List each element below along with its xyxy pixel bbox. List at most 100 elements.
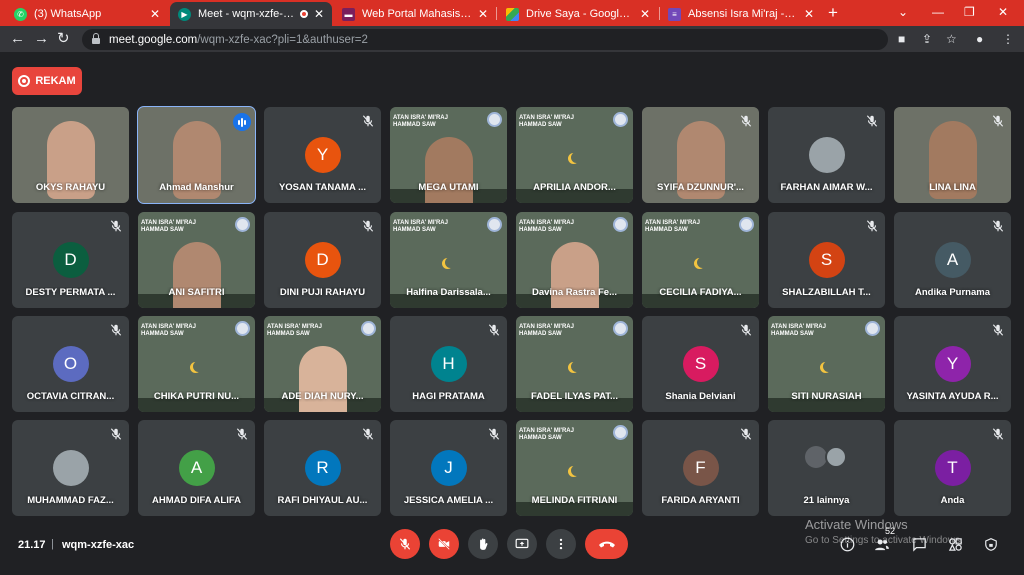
- participant-tile[interactable]: Ahmad Manshur: [137, 106, 256, 204]
- host-controls-button[interactable]: [984, 537, 998, 557]
- tab-google-drive[interactable]: Drive Saya - Google Drive ✕: [498, 2, 658, 26]
- raise-hand-button[interactable]: [468, 529, 498, 559]
- poster-title: ATAN ISRA' MI'RAJ HAMMAD SAW: [393, 220, 448, 233]
- avatar: A: [934, 242, 971, 278]
- participant-tile[interactable]: MUHAMMAD FAZ...: [12, 420, 129, 516]
- toggle-microphone-button[interactable]: [390, 529, 420, 559]
- participant-tile[interactable]: Y YOSAN TANAMA ...: [264, 107, 381, 203]
- close-icon[interactable]: ✕: [804, 7, 814, 21]
- participant-tile[interactable]: ATAN ISRA' MI'RAJ HAMMAD SAW MEGA UTAMI: [390, 107, 507, 203]
- mic-off-icon: [361, 114, 375, 128]
- record-button[interactable]: REKAM: [12, 67, 82, 95]
- tab-meet[interactable]: ▶ Meet - wqm-xzfe-xac ✕: [170, 2, 332, 26]
- close-window-button[interactable]: ✕: [998, 3, 1008, 21]
- reload-button[interactable]: ↻: [57, 29, 70, 49]
- participant-tile[interactable]: ATAN ISRA' MI'RAJ HAMMAD SAW APRILIA ANDO…: [516, 107, 633, 203]
- participant-name: MELINDA FITRIANI: [531, 495, 618, 506]
- minimize-button[interactable]: —: [932, 3, 944, 21]
- participant-name: FARIDA ARYANTI: [661, 495, 740, 506]
- new-tab-button[interactable]: +: [828, 3, 838, 23]
- mic-off-icon: [991, 427, 1005, 441]
- poster-title: ATAN ISRA' MI'RAJ HAMMAD SAW: [267, 324, 322, 337]
- close-icon[interactable]: ✕: [314, 7, 324, 21]
- back-button[interactable]: ←: [10, 29, 25, 49]
- logo-icon: [613, 217, 628, 232]
- profile-icon[interactable]: ●: [976, 33, 983, 45]
- participant-tile[interactable]: ATAN ISRA' MI'RAJ HAMMAD SAW CECILIA FADI…: [642, 212, 759, 308]
- meeting-code: wqm-xzfe-xac: [62, 539, 135, 551]
- close-icon[interactable]: ✕: [478, 7, 488, 21]
- participant-tile[interactable]: T Anda: [894, 420, 1011, 516]
- participant-tile[interactable]: ATAN ISRA' MI'RAJ HAMMAD SAW Davina Rastr…: [516, 212, 633, 308]
- present-screen-button[interactable]: [507, 529, 537, 559]
- participant-tile[interactable]: 21 lainnya: [768, 420, 885, 516]
- tab-whatsapp[interactable]: ✆ (3) WhatsApp ✕: [6, 2, 168, 26]
- more-options-button[interactable]: [546, 529, 576, 559]
- participant-tile[interactable]: J JESSICA AMELIA ...: [390, 420, 507, 516]
- hand-icon: [480, 538, 488, 550]
- meet-icon: ▶: [178, 7, 191, 21]
- participant-tile[interactable]: R RAFI DHIYAUL AU...: [264, 420, 381, 516]
- bookmark-star-icon[interactable]: ☆: [946, 33, 957, 45]
- logo-icon: [487, 217, 502, 232]
- avatar: D: [304, 242, 341, 278]
- participant-tile[interactable]: ATAN ISRA' MI'RAJ HAMMAD SAW FADEL ILYAS …: [516, 316, 633, 412]
- tab-label: Meet - wqm-xzfe-xac: [198, 8, 296, 20]
- toggle-camera-button[interactable]: [429, 529, 459, 559]
- tab-web-portal[interactable]: ▬ Web Portal Mahasiswa UBM ✕: [334, 2, 496, 26]
- participant-tile[interactable]: S Shania Delviani: [642, 316, 759, 412]
- participant-tile[interactable]: ATAN ISRA' MI'RAJ HAMMAD SAW ADE DIAH NUR…: [264, 316, 381, 412]
- participant-tile[interactable]: Y YASINTA AYUDA R...: [894, 316, 1011, 412]
- menu-kebab-icon[interactable]: ⋮: [1002, 33, 1014, 45]
- logo-icon: [235, 217, 250, 232]
- share-icon[interactable]: ⇪: [922, 33, 932, 45]
- participant-name: RAFI DHIYAUL AU...: [277, 495, 368, 506]
- mic-off-icon: [739, 323, 753, 337]
- address-bar[interactable]: meet.google.com/wqm-xzfe-xac?pli=1&authu…: [82, 29, 888, 50]
- participant-tile[interactable]: ATAN ISRA' MI'RAJ HAMMAD SAW MELINDA FITR…: [516, 420, 633, 516]
- mic-off-icon: [361, 219, 375, 233]
- tab-search-chevron-icon[interactable]: ⌄: [898, 3, 908, 21]
- divider: |: [51, 538, 54, 550]
- avatar: F: [682, 450, 719, 486]
- logo-icon: [361, 321, 376, 336]
- logo-icon: [487, 112, 502, 127]
- participant-name: YOSAN TANAMA ...: [278, 182, 367, 193]
- participant-name: SHALZABILLAH T...: [782, 287, 871, 298]
- participant-tile[interactable]: ATAN ISRA' MI'RAJ HAMMAD SAW CHIKA PUTRI …: [138, 316, 255, 412]
- participant-name: MEGA UTAMI: [418, 182, 479, 193]
- participant-tile[interactable]: ATAN ISRA' MI'RAJ HAMMAD SAW SITI NURASIA…: [768, 316, 885, 412]
- participant-tile[interactable]: A Andika Purnama: [894, 212, 1011, 308]
- forward-button[interactable]: →: [34, 29, 49, 49]
- participant-tile[interactable]: SYIFA DZUNNUR'...: [642, 107, 759, 203]
- restore-button[interactable]: ❐: [964, 3, 975, 21]
- participant-tile[interactable]: ATAN ISRA' MI'RAJ HAMMAD SAW ANI SAFITRI: [138, 212, 255, 308]
- windows-activation-watermark: Activate Windows: [805, 517, 908, 532]
- kebab-icon: [559, 538, 563, 550]
- participant-tile[interactable]: O OCTAVIA CITRAN...: [12, 316, 129, 412]
- participant-tile[interactable]: D DINI PUJI RAHAYU: [264, 212, 381, 308]
- participant-name: OKYS RAHAYU: [35, 182, 106, 193]
- leave-call-button[interactable]: [585, 529, 628, 559]
- tab-google-forms[interactable]: ≡ Absensi Isra Mi'raj - Google F ✕: [660, 2, 822, 26]
- participant-name: DESTY PERMATA ...: [25, 287, 116, 298]
- participant-tile[interactable]: S SHALZABILLAH T...: [768, 212, 885, 308]
- close-icon[interactable]: ✕: [640, 7, 650, 21]
- avatar: Y: [304, 137, 341, 173]
- crescent-moon-icon: [823, 361, 834, 372]
- participant-tile[interactable]: H HAGI PRATAMA: [390, 316, 507, 412]
- participant-tile[interactable]: OKYS RAHAYU: [12, 107, 129, 203]
- poster-title: ATAN ISRA' MI'RAJ HAMMAD SAW: [519, 220, 574, 233]
- participant-tile[interactable]: ATAN ISRA' MI'RAJ HAMMAD SAW Halfina Dari…: [390, 212, 507, 308]
- participant-video-face: [550, 242, 599, 308]
- mic-off-icon: [991, 114, 1005, 128]
- participant-tile[interactable]: LINA LINA: [894, 107, 1011, 203]
- participant-tile[interactable]: D DESTY PERMATA ...: [12, 212, 129, 308]
- participant-tile[interactable]: F FARIDA ARYANTI: [642, 420, 759, 516]
- participant-name: OCTAVIA CITRAN...: [26, 391, 115, 402]
- participant-tile[interactable]: A AHMAD DIFA ALIFA: [138, 420, 255, 516]
- logo-icon: [613, 425, 628, 440]
- camera-permission-icon[interactable]: ■: [898, 33, 905, 45]
- close-icon[interactable]: ✕: [150, 7, 160, 21]
- participant-tile[interactable]: FARHAN AIMAR W...: [768, 107, 885, 203]
